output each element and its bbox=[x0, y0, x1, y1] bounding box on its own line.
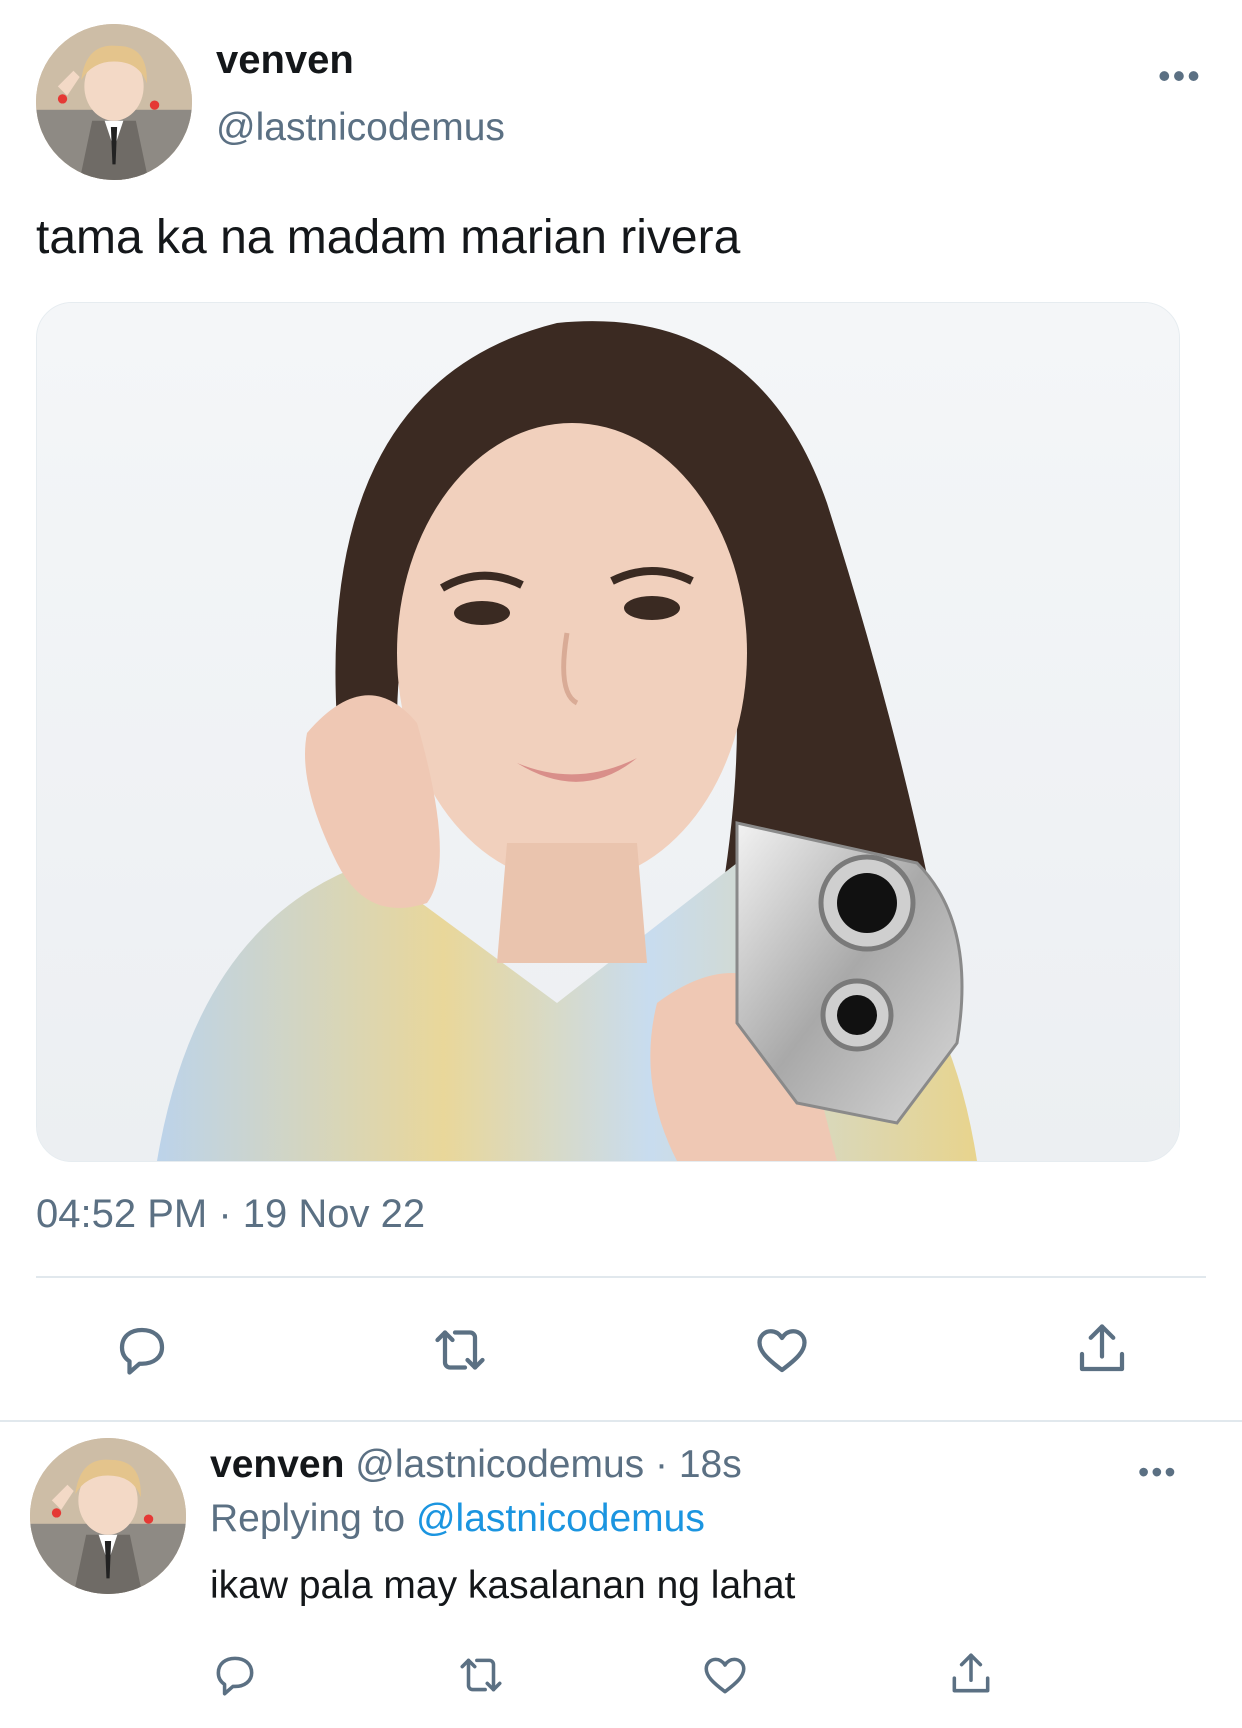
reply-retweet-icon[interactable] bbox=[454, 1650, 508, 1700]
reply-separator: · bbox=[654, 1443, 668, 1486]
retweet-icon[interactable] bbox=[428, 1320, 492, 1380]
author-avatar[interactable] bbox=[36, 24, 192, 180]
replying-to-label: Replying to bbox=[210, 1497, 406, 1540]
divider bbox=[36, 1276, 1206, 1278]
meta-separator: · bbox=[218, 1192, 232, 1236]
tweet-time: 04:52 PM bbox=[36, 1192, 208, 1236]
author-handle[interactable]: @lastnicodemus bbox=[216, 106, 505, 150]
share-icon[interactable] bbox=[1072, 1318, 1132, 1380]
tweet-text: tama ka na madam marian rivera bbox=[36, 211, 741, 264]
reply-more-options-icon[interactable]: ••• bbox=[1138, 1456, 1178, 1488]
tweet-media-image[interactable] bbox=[36, 302, 1180, 1162]
like-icon[interactable] bbox=[752, 1320, 812, 1380]
reply-text: ikaw pala may kasalanan ng lahat bbox=[210, 1564, 796, 1607]
author-name[interactable]: venven bbox=[216, 38, 354, 83]
reply-author-name[interactable]: venven bbox=[210, 1443, 344, 1486]
reply-age: 18s bbox=[678, 1443, 742, 1486]
replying-to-handle-link[interactable]: @lastnicodemus bbox=[416, 1497, 705, 1540]
more-options-icon[interactable]: ••• bbox=[1158, 58, 1202, 94]
reply-author-handle[interactable]: @lastnicodemus bbox=[355, 1443, 644, 1486]
replying-to: Replying to @lastnicodemus bbox=[210, 1496, 705, 1543]
reply-share-icon[interactable] bbox=[946, 1648, 996, 1700]
section-divider bbox=[0, 1420, 1242, 1422]
tweet-timestamp: 04:52 PM · 19 Nov 22 bbox=[36, 1192, 425, 1237]
reply-reply-icon[interactable] bbox=[210, 1650, 260, 1700]
reply-icon[interactable] bbox=[112, 1320, 172, 1380]
reply-like-icon[interactable] bbox=[700, 1650, 750, 1700]
reply-header: venven @lastnicodemus · 18s bbox=[210, 1442, 742, 1489]
tweet-date: 19 Nov 22 bbox=[242, 1192, 426, 1236]
reply-author-avatar[interactable] bbox=[30, 1438, 186, 1594]
